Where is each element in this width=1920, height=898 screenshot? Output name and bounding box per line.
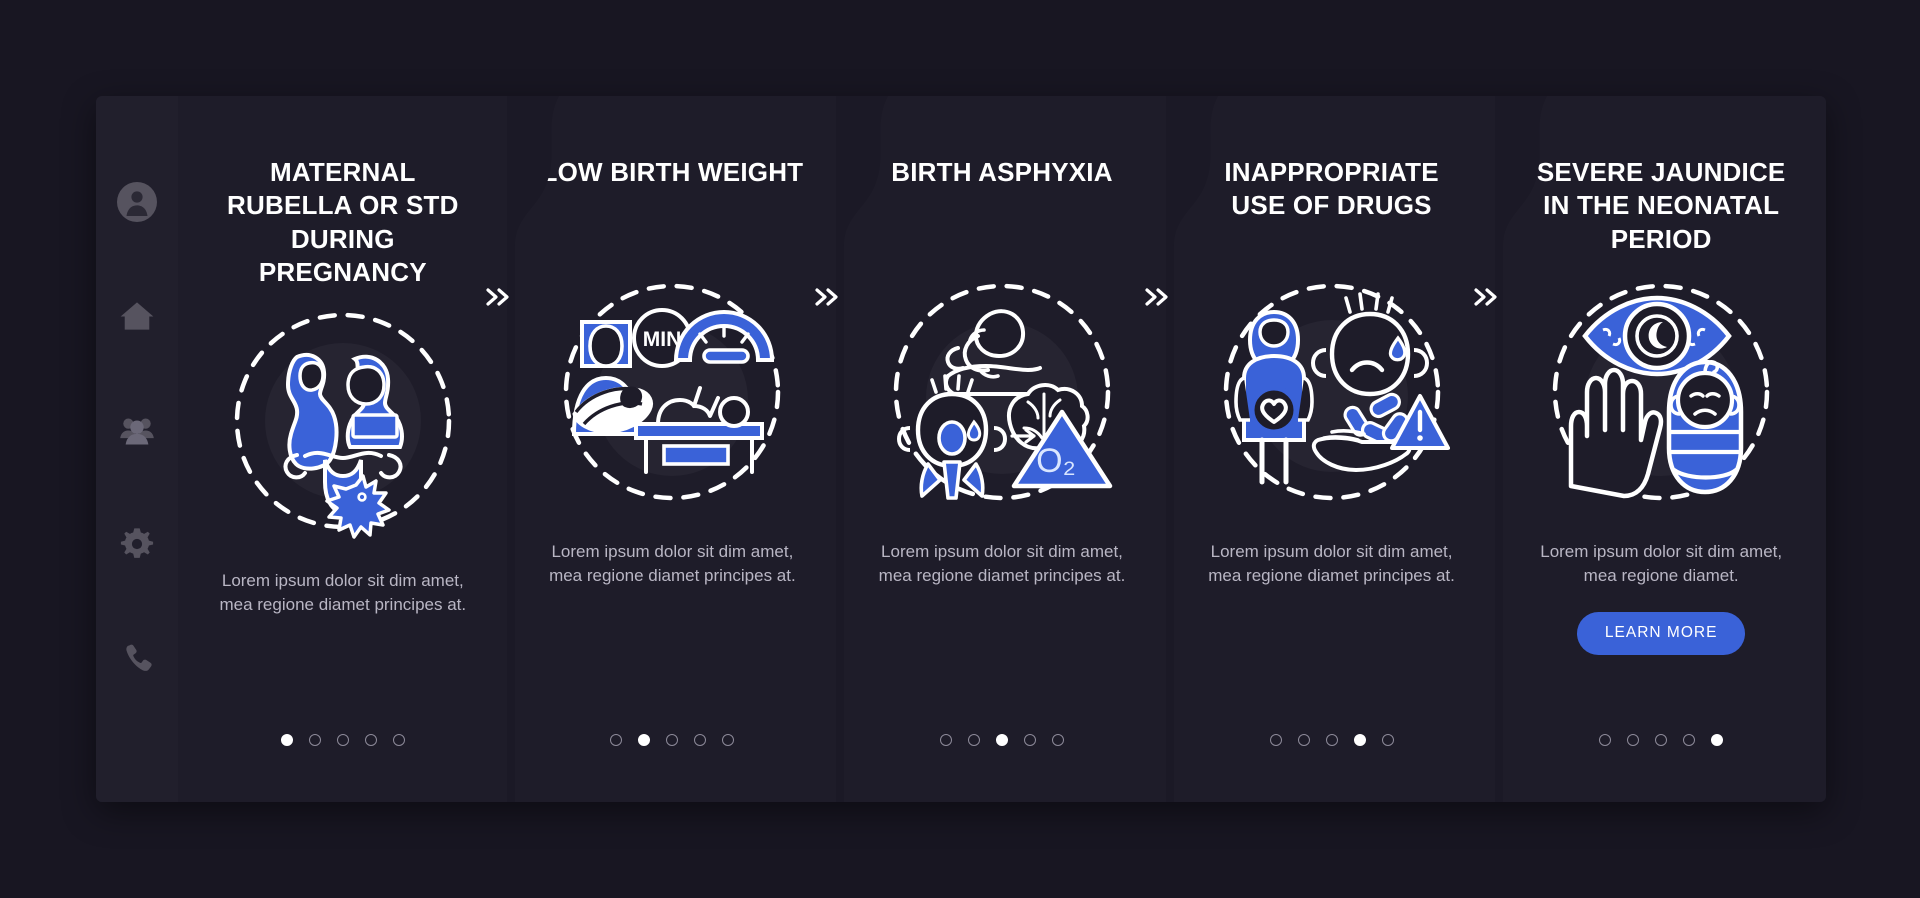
pagination-dot[interactable]: [280, 734, 293, 746]
onboarding-card: MATERNAL RUBELLA OR STD DURING PREGNANCY: [96, 96, 1826, 802]
pagination-dot[interactable]: [1381, 734, 1394, 746]
jaundiced-eye-swaddled-baby-illustration: [1543, 274, 1779, 510]
pagination-dot[interactable]: [1297, 734, 1310, 746]
pagination-dot[interactable]: [364, 734, 377, 746]
group-people-icon: [117, 410, 157, 450]
panel-pagination-dots[interactable]: [837, 734, 1167, 746]
panel-description: Lorem ipsum dolor sit dim amet, mea regi…: [549, 542, 796, 586]
user-avatar-icon: [115, 180, 159, 224]
sidebar-nav: [96, 96, 178, 802]
pagination-dot[interactable]: [638, 734, 651, 746]
panel-pagination-dots[interactable]: [1496, 734, 1826, 746]
onboarding-panel-1[interactable]: MATERNAL RUBELLA OR STD DURING PREGNANCY: [178, 96, 508, 802]
panel-pagination-dots[interactable]: [508, 734, 838, 746]
nurse-baby-weighing-scale-illustration: MIN: [554, 274, 790, 510]
home-icon: [117, 296, 157, 336]
onboarding-panel-5[interactable]: SEVERE JAUNDICE IN THE NEONATAL PERIOD L…: [1474, 96, 1826, 802]
panel-divider-wave: [836, 96, 889, 802]
pregnant-woman-uterus-infection-illustration: [225, 303, 461, 539]
panel-title: SEVERE JAUNDICE IN THE NEONATAL PERIOD: [1536, 157, 1786, 254]
panel-description: Lorem ipsum dolor sit dim amet, mea regi…: [878, 542, 1126, 586]
pagination-dot[interactable]: [610, 734, 623, 746]
onboarding-panel-3[interactable]: BIRTH ASPHYXIA O₂ Lorem ipsum dolor sit …: [815, 96, 1167, 802]
sidebar-item-community[interactable]: [115, 408, 159, 452]
learn-more-button[interactable]: LEARN MORE: [1576, 612, 1746, 656]
pagination-dot[interactable]: [308, 734, 321, 746]
sidebar-item-settings[interactable]: [115, 522, 159, 566]
pagination-dot[interactable]: [694, 734, 707, 746]
pagination-dot[interactable]: [1711, 734, 1724, 746]
pagination-dot[interactable]: [336, 734, 349, 746]
pagination-dot[interactable]: [995, 734, 1008, 746]
panel-pagination-dots[interactable]: [178, 734, 508, 746]
double-chevron-right-icon[interactable]: [481, 282, 515, 312]
pagination-dot[interactable]: [1353, 734, 1366, 746]
panel-description: Lorem ipsum dolor sit dim amet, mea regi…: [219, 571, 467, 615]
panel-pagination-dots[interactable]: [1167, 734, 1497, 746]
panel-title: LOW BIRTH WEIGHT: [541, 157, 804, 187]
pagination-dot[interactable]: [1683, 734, 1696, 746]
panel-title: MATERNAL RUBELLA OR STD DURING PREGNANCY: [227, 157, 459, 287]
newborn-crying-baby-brain-oxygen-illustration: O₂: [884, 274, 1120, 510]
pagination-dot[interactable]: [1599, 734, 1612, 746]
phone-icon: [118, 639, 156, 677]
pagination-dot[interactable]: [1051, 734, 1064, 746]
sidebar-item-home[interactable]: [115, 294, 159, 338]
onboarding-panel-4[interactable]: INAPPROPRIATE USE OF DRUGS Lorem ipsum d…: [1145, 96, 1497, 802]
pagination-dot[interactable]: [1325, 734, 1338, 746]
pagination-dot[interactable]: [666, 734, 679, 746]
pagination-dot[interactable]: [1627, 734, 1640, 746]
sidebar-item-contact[interactable]: [115, 636, 159, 680]
sidebar-item-profile[interactable]: [115, 180, 159, 224]
onboarding-panels: MATERNAL RUBELLA OR STD DURING PREGNANCY: [178, 96, 1826, 802]
panel-description: Lorem ipsum dolor sit dim amet, mea regi…: [1208, 542, 1455, 586]
pagination-dot[interactable]: [1023, 734, 1036, 746]
onboarding-panel-2[interactable]: LOW BIRTH WEIGHT MIN Lorem ipsum dolor s…: [485, 96, 838, 802]
pagination-dot[interactable]: [939, 734, 952, 746]
pagination-dot[interactable]: [1655, 734, 1668, 746]
double-chevron-right-icon[interactable]: [1469, 282, 1503, 312]
panel-title: BIRTH ASPHYXIA: [891, 157, 1113, 187]
double-chevron-right-icon[interactable]: [810, 282, 844, 312]
pagination-dot[interactable]: [392, 734, 405, 746]
screen-root: MATERNAL RUBELLA OR STD DURING PREGNANCY: [0, 0, 1920, 898]
panel-description: Lorem ipsum dolor sit dim amet, mea regi…: [1540, 542, 1783, 586]
illustration-label: O₂: [1036, 442, 1076, 480]
panel-title: INAPPROPRIATE USE OF DRUGS: [1224, 157, 1439, 221]
pagination-dot[interactable]: [967, 734, 980, 746]
pagination-dot[interactable]: [722, 734, 735, 746]
double-chevron-right-icon[interactable]: [1140, 282, 1174, 312]
pregnant-woman-pills-warning-illustration: [1214, 274, 1450, 510]
pagination-dot[interactable]: [1269, 734, 1282, 746]
gear-icon: [117, 524, 157, 564]
